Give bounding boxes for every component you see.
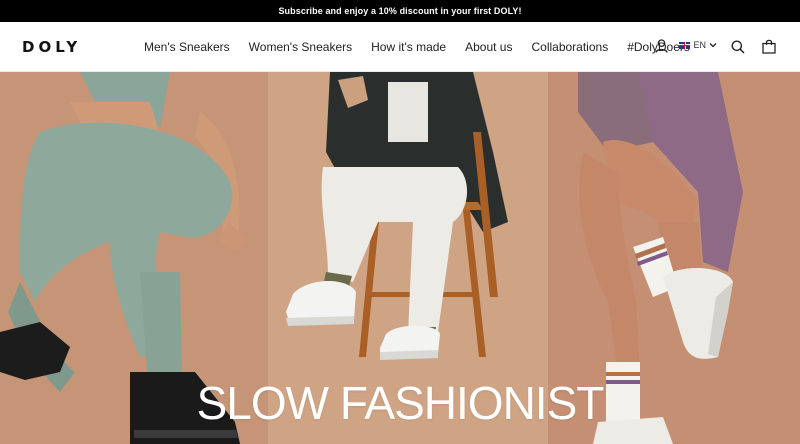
hero-title: SLOW FASHIONIST bbox=[196, 377, 605, 429]
nav-mens-sneakers[interactable]: Men's Sneakers bbox=[144, 40, 230, 54]
nav-womens-sneakers[interactable]: Women's Sneakers bbox=[249, 40, 352, 54]
chevron-down-icon bbox=[709, 43, 717, 48]
nav-how-its-made[interactable]: How it's made bbox=[371, 40, 446, 54]
language-code: EN bbox=[693, 40, 706, 50]
cart-icon[interactable] bbox=[762, 39, 776, 54]
main-nav: Men's Sneakers Women's Sneakers How it's… bbox=[144, 22, 709, 72]
uk-flag-icon bbox=[679, 41, 691, 49]
logo[interactable]: DOLY bbox=[22, 36, 81, 58]
nav-collaborations[interactable]: Collaborations bbox=[531, 40, 608, 54]
announcement-text: Subscribe and enjoy a 10% discount in yo… bbox=[278, 6, 522, 16]
language-selector[interactable]: EN bbox=[679, 40, 717, 50]
logo-text: DOLY bbox=[22, 38, 82, 56]
hero-banner[interactable]: SLOW FASHIONIST bbox=[0, 72, 800, 444]
site-header: DOLY Men's Sneakers Women's Sneakers How… bbox=[0, 22, 800, 72]
announcement-bar[interactable]: Subscribe and enjoy a 10% discount in yo… bbox=[0, 0, 800, 22]
account-icon[interactable] bbox=[655, 39, 668, 53]
search-icon[interactable] bbox=[731, 40, 745, 54]
nav-about-us[interactable]: About us bbox=[465, 40, 512, 54]
